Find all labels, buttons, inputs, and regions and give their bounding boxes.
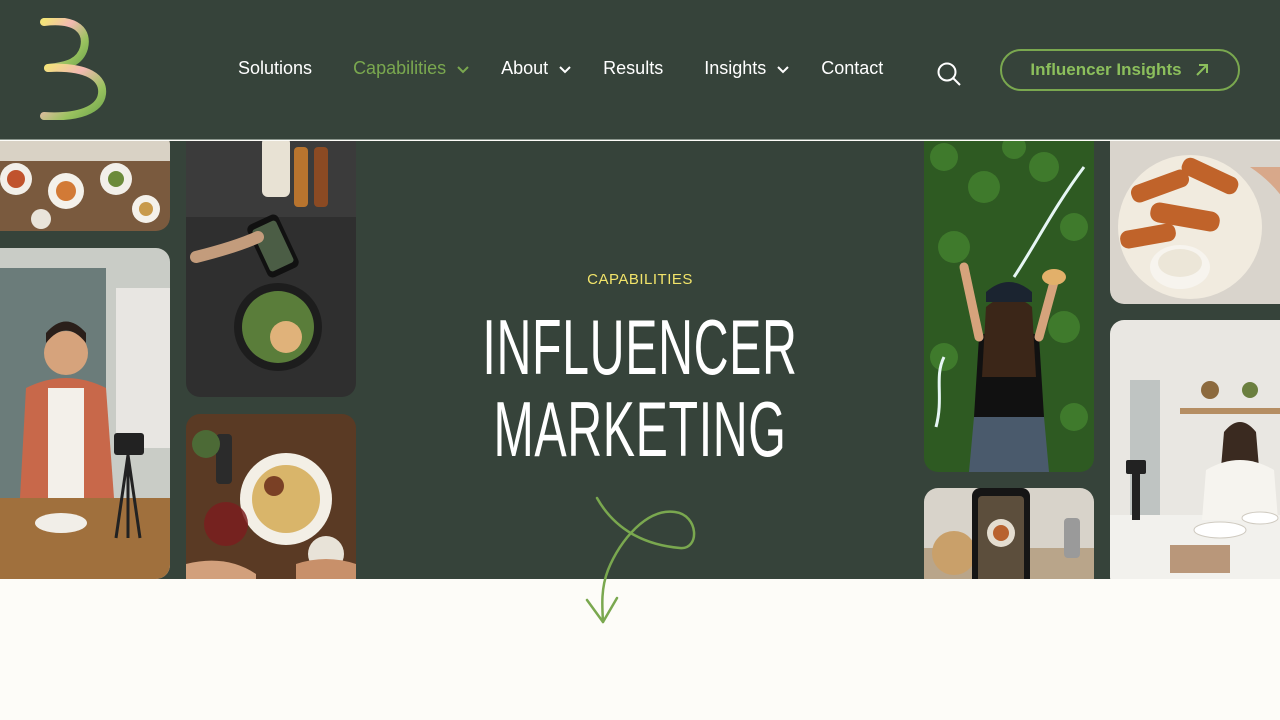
- nav-item-label: Results: [603, 58, 664, 78]
- hero-title-line-1: INFLUENCER: [482, 303, 798, 391]
- hero-photo-dining-table: [0, 141, 170, 231]
- brand-logo-icon: [40, 17, 107, 121]
- nav-item-capabilities[interactable]: Capabilities: [353, 58, 470, 79]
- site-header: Solutions Capabilities About Results Ins…: [0, 0, 1280, 140]
- hero-photo-shared-meal: [186, 414, 356, 579]
- hero-photo-woman-filming-table: [1110, 320, 1280, 579]
- chevron-down-icon: [457, 65, 469, 73]
- nav-item-insights[interactable]: Insights: [704, 58, 790, 79]
- search-button[interactable]: [936, 61, 962, 87]
- nav-item-about[interactable]: About: [501, 58, 572, 79]
- nav-item-label: Solutions: [238, 58, 313, 78]
- brand-logo[interactable]: [38, 17, 108, 121]
- hero-photo-woman-filming-kitchen: [0, 248, 170, 579]
- hero-photo-phone-food-shot: [924, 488, 1094, 579]
- hero-title: INFLUENCER MARKETING: [479, 306, 801, 470]
- arrow-up-right-icon: [1195, 64, 1208, 76]
- hero-photo-potato-wedges: [1110, 141, 1280, 304]
- squiggle-arrow-down-icon[interactable]: [575, 490, 705, 630]
- nav-item-results[interactable]: Results: [603, 58, 663, 79]
- hero-photo-phone-over-bowl: [186, 141, 356, 397]
- hero-title-line-2: MARKETING: [493, 385, 787, 473]
- search-icon: [937, 62, 961, 86]
- main-nav: Solutions Capabilities About Results Ins…: [238, 58, 883, 79]
- page: Solutions Capabilities About Results Ins…: [0, 0, 1280, 720]
- nav-item-contact[interactable]: Contact: [821, 58, 883, 79]
- hero-eyebrow: CAPABILITIES: [587, 271, 693, 288]
- nav-item-label: Contact: [821, 58, 884, 78]
- chevron-down-icon: [777, 65, 789, 73]
- nav-item-label: Insights: [704, 58, 767, 78]
- hero-text-block: CAPABILITIES INFLUENCER MARKETING: [380, 271, 900, 470]
- nav-item-solutions[interactable]: Solutions: [238, 58, 312, 79]
- cta-label: Influencer Insights: [1030, 60, 1182, 79]
- nav-item-label: Capabilities: [353, 58, 447, 78]
- influencer-insights-button[interactable]: Influencer Insights: [1000, 49, 1240, 91]
- hero-photo-neon-wall: [924, 141, 1094, 472]
- chevron-down-icon: [559, 65, 571, 73]
- nav-item-label: About: [501, 58, 549, 78]
